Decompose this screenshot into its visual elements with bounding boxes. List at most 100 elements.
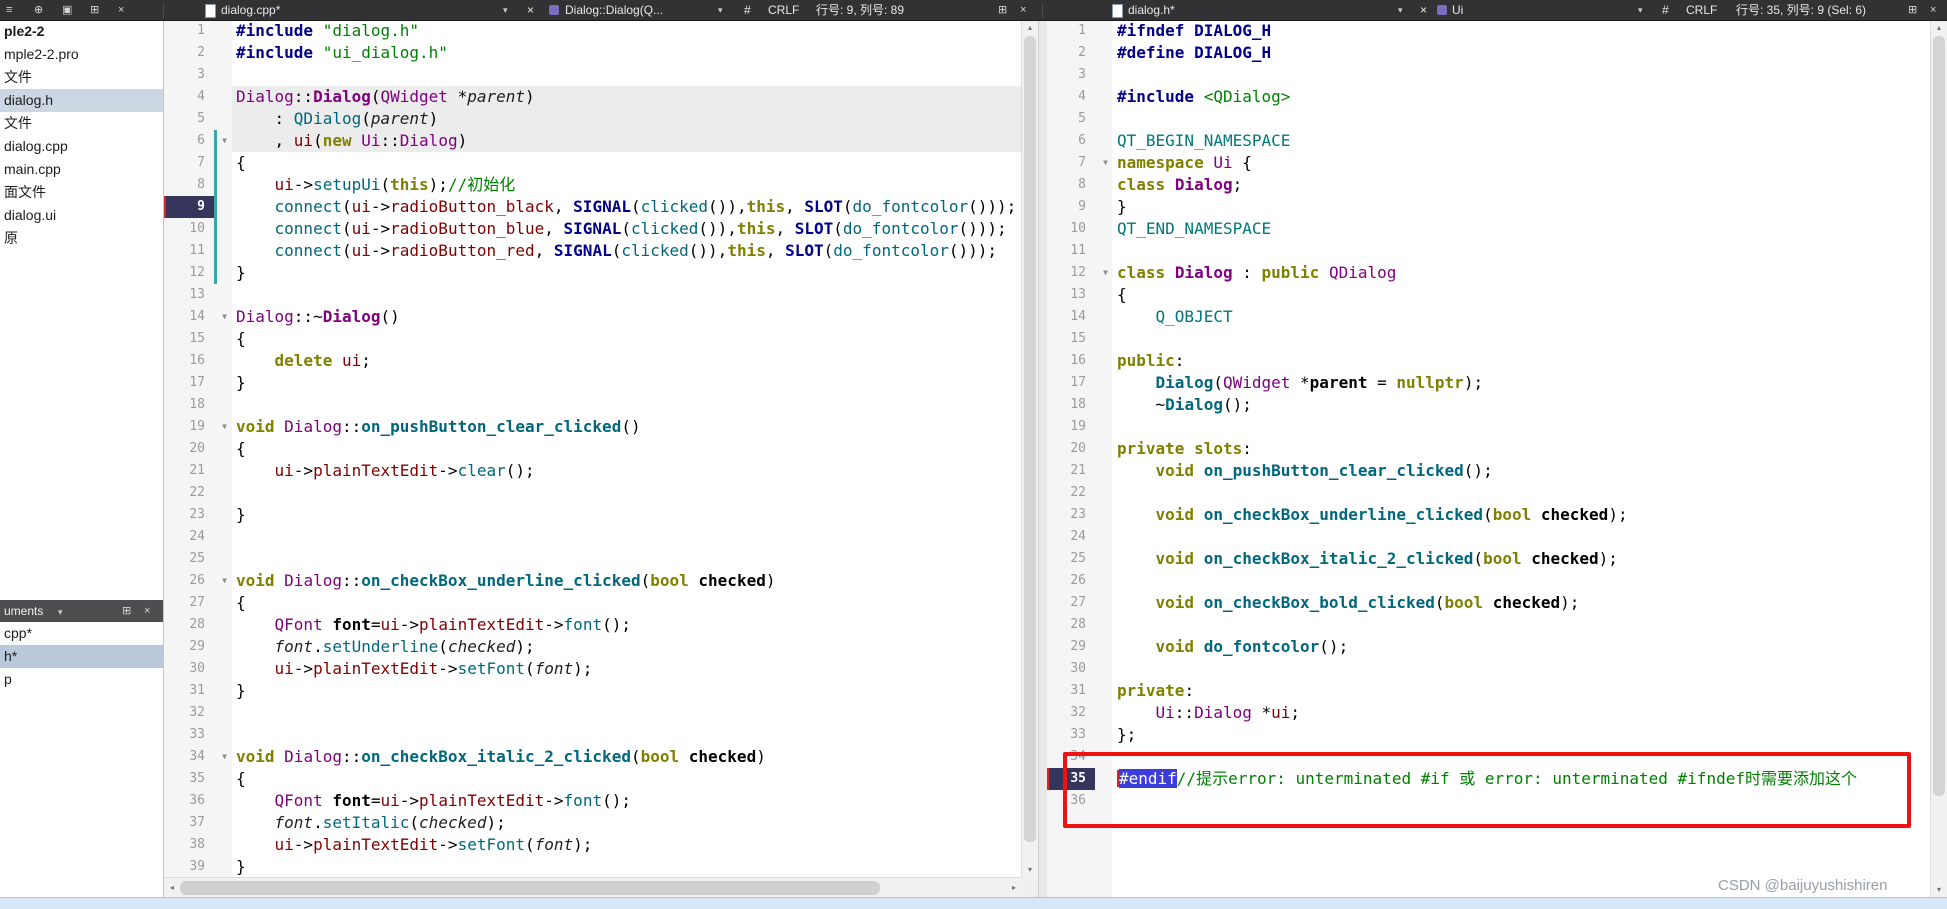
- line-number[interactable]: 38: [164, 834, 214, 856]
- line-number[interactable]: 27: [1047, 592, 1095, 614]
- sidebar-split-icon[interactable]: ⊞: [90, 0, 99, 20]
- right-document-dropdown[interactable]: dialog.h*: [1128, 0, 1175, 20]
- code-line[interactable]: 31}: [164, 680, 1022, 702]
- line-number[interactable]: 25: [164, 548, 214, 570]
- fold-marker-icon[interactable]: ▼: [1098, 152, 1113, 174]
- line-number[interactable]: 1: [164, 20, 214, 42]
- scroll-left-icon[interactable]: ◂: [164, 878, 180, 898]
- split-editor-icon[interactable]: ⊞: [1908, 0, 1917, 20]
- code-line[interactable]: 38 ui->plainTextEdit->setFont(font);: [164, 834, 1022, 856]
- line-number[interactable]: 24: [164, 526, 214, 548]
- line-number[interactable]: 30: [164, 658, 214, 680]
- line-number[interactable]: 13: [164, 284, 214, 306]
- close-document-icon[interactable]: ×: [527, 0, 534, 20]
- scrollbar-thumb[interactable]: [180, 881, 880, 895]
- left-document-dropdown[interactable]: dialog.cpp*: [221, 0, 280, 20]
- code-line[interactable]: 10QT_END_NAMESPACE: [1047, 218, 1931, 240]
- line-number[interactable]: 5: [1047, 108, 1095, 130]
- open-document-item[interactable]: cpp*: [0, 622, 163, 645]
- line-number[interactable]: 28: [1047, 614, 1095, 636]
- code-line[interactable]: 36 QFont font=ui->plainTextEdit->font();: [164, 790, 1022, 812]
- annotate-toggle[interactable]: #: [744, 0, 751, 20]
- code-line[interactable]: 16 delete ui;: [164, 350, 1022, 372]
- line-number[interactable]: 27: [164, 592, 214, 614]
- line-number[interactable]: 6: [164, 130, 214, 152]
- code-line[interactable]: 33: [164, 724, 1022, 746]
- sidebar-menu-icon[interactable]: ≡: [6, 0, 12, 20]
- line-number[interactable]: 24: [1047, 526, 1095, 548]
- line-number[interactable]: 12: [1047, 262, 1095, 284]
- vertical-scrollbar[interactable]: ▴ ▾: [1930, 20, 1947, 898]
- code-line[interactable]: 4Dialog::Dialog(QWidget *parent): [164, 86, 1022, 108]
- code-line[interactable]: 14 Q_OBJECT: [1047, 306, 1931, 328]
- fold-marker-icon[interactable]: ▼: [217, 570, 232, 592]
- code-line[interactable]: 9 connect(ui->radioButton_black, SIGNAL(…: [164, 196, 1022, 218]
- code-line[interactable]: 32: [164, 702, 1022, 724]
- project-tree-item[interactable]: main.cpp: [0, 158, 163, 181]
- code-area[interactable]: 1#include "dialog.h"2#include "ui_dialog…: [164, 20, 1022, 878]
- line-number[interactable]: 5: [164, 108, 214, 130]
- close-split-icon[interactable]: ×: [1930, 0, 1936, 20]
- scrollbar-thumb[interactable]: [1933, 36, 1945, 796]
- open-document-item[interactable]: p: [0, 668, 163, 691]
- line-number[interactable]: 17: [1047, 372, 1095, 394]
- line-number[interactable]: 23: [1047, 504, 1095, 526]
- code-line[interactable]: 7{: [164, 152, 1022, 174]
- code-line[interactable]: 30: [1047, 658, 1931, 680]
- code-line[interactable]: 14▼Dialog::~Dialog(): [164, 306, 1022, 328]
- code-line[interactable]: 23 void on_checkBox_underline_clicked(bo…: [1047, 504, 1931, 526]
- code-line[interactable]: 24: [1047, 526, 1931, 548]
- code-line[interactable]: 2#include "ui_dialog.h": [164, 42, 1022, 64]
- code-line[interactable]: 1#ifndef DIALOG_H: [1047, 20, 1931, 42]
- code-line[interactable]: 2#define DIALOG_H: [1047, 42, 1931, 64]
- horizontal-scrollbar[interactable]: ◂ ▸: [164, 877, 1022, 898]
- code-line[interactable]: 19: [1047, 416, 1931, 438]
- line-number[interactable]: 31: [1047, 680, 1095, 702]
- line-number[interactable]: 21: [1047, 460, 1095, 482]
- left-symbol-dropdown[interactable]: Dialog::Dialog(Q...: [565, 0, 663, 20]
- line-number[interactable]: 18: [1047, 394, 1095, 416]
- close-document-icon[interactable]: ×: [1420, 0, 1427, 20]
- code-line[interactable]: 26: [1047, 570, 1931, 592]
- code-line[interactable]: 6▼ , ui(new Ui::Dialog): [164, 130, 1022, 152]
- project-tree-item[interactable]: 原: [0, 227, 163, 250]
- fold-marker-icon[interactable]: ▼: [217, 130, 232, 152]
- code-line[interactable]: 22: [1047, 482, 1931, 504]
- fold-marker-icon[interactable]: ▼: [217, 306, 232, 328]
- line-number[interactable]: 8: [164, 174, 214, 196]
- code-line[interactable]: 34: [1047, 746, 1931, 768]
- line-number[interactable]: 15: [1047, 328, 1095, 350]
- line-number[interactable]: 36: [164, 790, 214, 812]
- code-line[interactable]: 16public:: [1047, 350, 1931, 372]
- vertical-scrollbar[interactable]: ▴ ▾: [1021, 20, 1038, 878]
- line-number[interactable]: 1: [1047, 20, 1095, 42]
- line-number[interactable]: 4: [164, 86, 214, 108]
- scroll-up-icon[interactable]: ▴: [1931, 20, 1947, 36]
- line-ending-indicator[interactable]: CRLF: [1686, 0, 1717, 20]
- code-line[interactable]: 9}: [1047, 196, 1931, 218]
- line-number[interactable]: 8: [1047, 174, 1095, 196]
- line-number[interactable]: 26: [1047, 570, 1095, 592]
- line-number[interactable]: 34: [1047, 746, 1095, 768]
- code-line[interactable]: 20{: [164, 438, 1022, 460]
- line-number[interactable]: 19: [164, 416, 214, 438]
- code-line[interactable]: 35#endif//提示error: unterminated #if 或 er…: [1047, 768, 1931, 790]
- code-line[interactable]: 21 ui->plainTextEdit->clear();: [164, 460, 1022, 482]
- chevron-down-icon[interactable]: ▾: [503, 0, 508, 20]
- line-number[interactable]: 19: [1047, 416, 1095, 438]
- code-line[interactable]: 4#include <QDialog>: [1047, 86, 1931, 108]
- code-line[interactable]: 20private slots:: [1047, 438, 1931, 460]
- open-documents-header[interactable]: uments ▾ ⊞ ×: [0, 600, 163, 622]
- chevron-down-icon[interactable]: ▾: [718, 0, 723, 20]
- line-number[interactable]: 34: [164, 746, 214, 768]
- code-line[interactable]: 8class Dialog;: [1047, 174, 1931, 196]
- code-line[interactable]: 35{: [164, 768, 1022, 790]
- code-line[interactable]: 36: [1047, 790, 1931, 812]
- line-number[interactable]: 30: [1047, 658, 1095, 680]
- line-number[interactable]: 25: [1047, 548, 1095, 570]
- code-line[interactable]: 13{: [1047, 284, 1931, 306]
- scroll-down-icon[interactable]: ▾: [1022, 862, 1038, 878]
- code-line[interactable]: 11: [1047, 240, 1931, 262]
- code-line[interactable]: 28: [1047, 614, 1931, 636]
- chevron-down-icon[interactable]: ▾: [58, 601, 63, 623]
